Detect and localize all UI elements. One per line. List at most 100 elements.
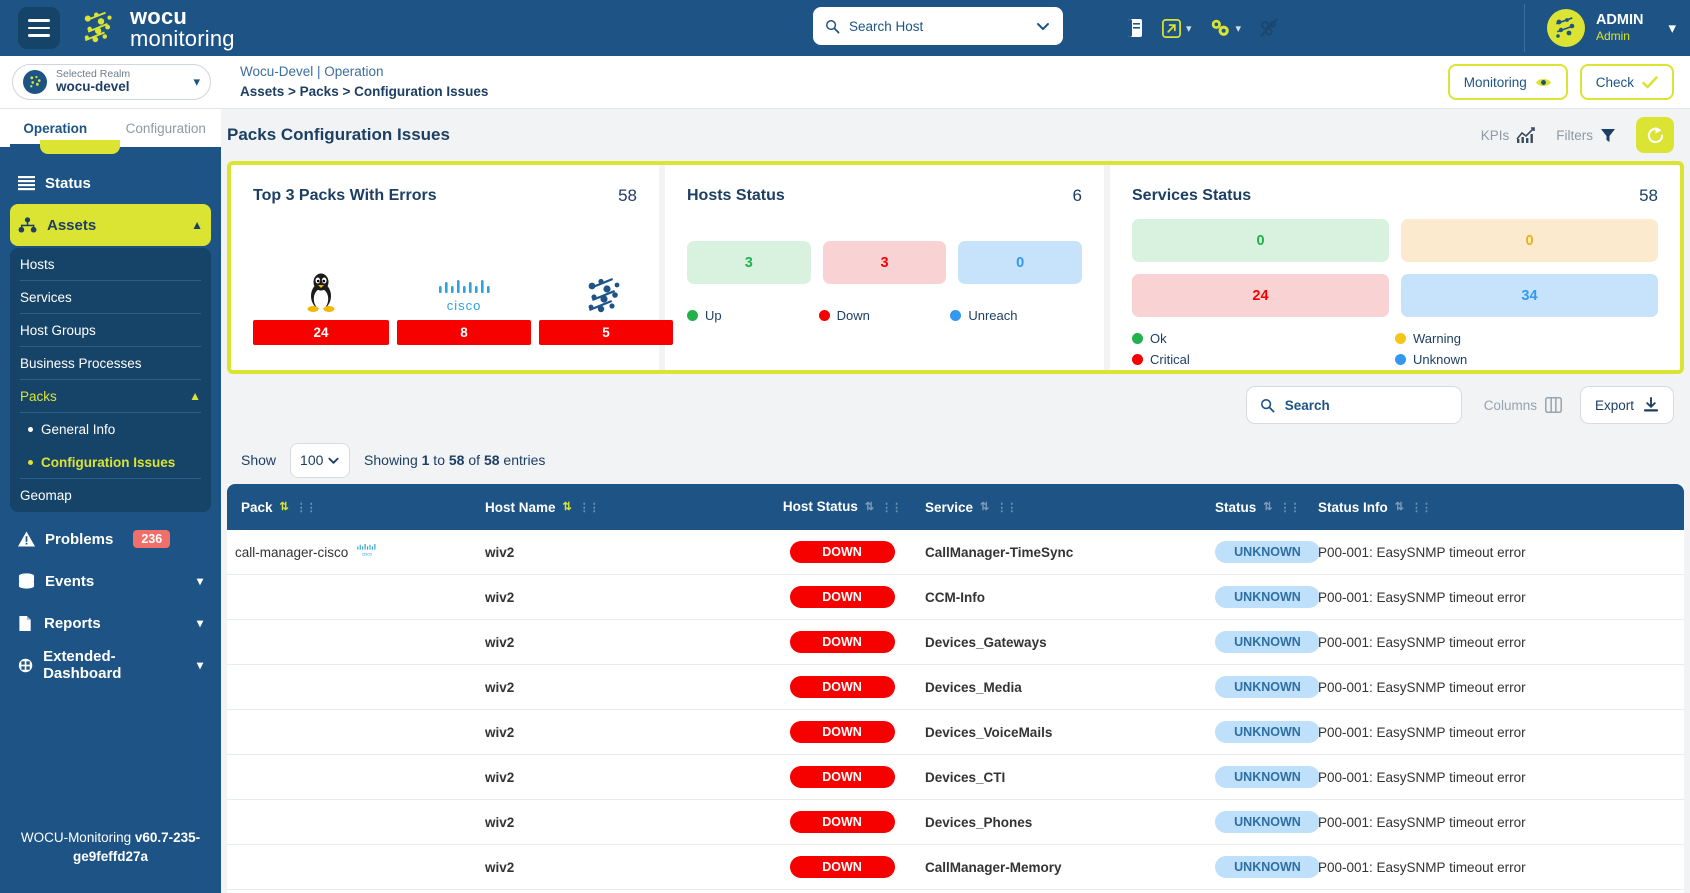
drag-handle-icon[interactable]: ⋮⋮	[1411, 501, 1432, 514]
breadcrumb-line2[interactable]: Assets > Packs > Configuration Issues	[240, 82, 488, 102]
drag-handle-icon[interactable]: ⋮⋮	[296, 501, 317, 514]
status-badge[interactable]: UNKNOWN	[1215, 631, 1320, 653]
status-badge[interactable]: UNKNOWN	[1215, 586, 1320, 608]
chevron-down-icon[interactable]: ▾	[197, 616, 203, 630]
sort-icon[interactable]: ⇅	[980, 501, 989, 513]
host-status-badge[interactable]: DOWN	[789, 586, 895, 608]
sidebar-item-services[interactable]: Services	[20, 281, 201, 314]
col-header-pack[interactable]: Pack ⇅ ⋮⋮	[227, 484, 477, 530]
sort-icon[interactable]: ⇅	[280, 501, 289, 513]
status-badge[interactable]: UNKNOWN	[1215, 541, 1320, 563]
cell-service[interactable]: Devices_Media	[917, 664, 1207, 710]
host-status-badge[interactable]: DOWN	[789, 631, 895, 653]
sidebar-item-status[interactable]: Status	[10, 162, 211, 204]
chevron-down-icon[interactable]: ▾	[197, 658, 203, 672]
docs-icon[interactable]	[1125, 17, 1145, 39]
external-link-icon[interactable]: ▾	[1161, 18, 1192, 39]
brand-logo[interactable]: wocu monitoring	[82, 6, 235, 49]
table-row[interactable]: wiv2 DOWN Devices_Media UNKNOWN P00-001: Eas…	[227, 664, 1684, 710]
columns-button[interactable]: Columns	[1484, 397, 1562, 413]
services-status-ok-box[interactable]: 0	[1132, 219, 1389, 262]
chevron-down-icon[interactable]: ▾	[1186, 22, 1192, 35]
status-badge[interactable]: UNKNOWN	[1215, 676, 1320, 698]
host-status-badge[interactable]: DOWN	[789, 766, 895, 788]
table-search-input[interactable]: Search	[1245, 386, 1462, 424]
sidebar-item-configuration-issues[interactable]: Configuration Issues	[20, 446, 201, 479]
chevron-down-icon[interactable]: ▾	[1236, 22, 1242, 35]
col-header-service[interactable]: Service ⇅ ⋮⋮	[917, 484, 1207, 530]
table-row[interactable]: wiv2 DOWN Devices_VoiceMails UNKNOWN P00-001…	[227, 709, 1684, 755]
sidebar-item-hosts[interactable]: Hosts	[20, 248, 201, 281]
cell-service[interactable]: Devices_Phones	[917, 799, 1207, 845]
sidebar-item-host-groups[interactable]: Host Groups	[20, 314, 201, 347]
chevron-down-icon[interactable]: ▾	[197, 574, 203, 588]
settings-gears-icon[interactable]: ▾	[1208, 17, 1242, 39]
cell-service[interactable]: Devices_CTI	[917, 754, 1207, 800]
pack-entry[interactable]: 5	[539, 268, 673, 345]
drag-handle-icon[interactable]: ⋮⋮	[881, 501, 902, 514]
cell-host-name[interactable]: wiv2	[477, 709, 767, 755]
kpis-button[interactable]: KPIs	[1481, 126, 1537, 144]
page-size-select[interactable]: 100	[290, 442, 351, 478]
sort-icon[interactable]: ⇅	[865, 501, 874, 513]
sort-icon[interactable]: ⇅	[1263, 501, 1272, 513]
user-menu[interactable]: ADMIN Admin ▾	[1523, 4, 1676, 52]
sidebar-item-geomap[interactable]: Geomap	[20, 479, 201, 512]
cell-service[interactable]: Fortigate_mem_usage	[917, 889, 1207, 893]
cell-host-name[interactable]: wiv2	[477, 664, 767, 710]
col-header-status-info[interactable]: Status Info ⇅ ⋮⋮	[1310, 484, 1684, 530]
cell-host-name[interactable]: wiv2	[477, 530, 767, 575]
host-status-badge[interactable]: DOWN	[789, 856, 895, 878]
cell-host-name[interactable]: wiv2	[477, 574, 767, 620]
sidebar-item-problems[interactable]: Problems 236	[10, 518, 211, 560]
table-row[interactable]: wiv2 DOWN CallManager-Memory UNKNOWN P00-001…	[227, 844, 1684, 890]
cell-host-name[interactable]: wiv2	[477, 799, 767, 845]
filters-button[interactable]: Filters	[1556, 128, 1616, 143]
export-button[interactable]: Export	[1579, 386, 1674, 424]
refresh-button[interactable]	[1636, 117, 1674, 153]
host-status-badge[interactable]: DOWN	[789, 721, 895, 743]
services-status-unknown-box[interactable]: 34	[1401, 274, 1658, 317]
table-row[interactable]: fortigate-standalonewocu-engineerUPForti…	[227, 889, 1684, 893]
sidebar-item-general-info[interactable]: General Info	[20, 413, 201, 446]
status-badge[interactable]: UNKNOWN	[1215, 766, 1320, 788]
monitoring-button[interactable]: Monitoring	[1447, 64, 1568, 100]
hosts-status-down-box[interactable]: 3	[822, 241, 947, 284]
drag-handle-icon[interactable]: ⋮⋮	[579, 501, 600, 514]
sidebar-item-packs[interactable]: Packs ▲	[20, 380, 201, 413]
notifications-muted-icon[interactable]	[1257, 16, 1281, 40]
drag-handle-icon[interactable]: ⋮⋮	[1279, 501, 1300, 514]
check-button[interactable]: Check	[1579, 64, 1674, 100]
hosts-status-up-box[interactable]: 3	[687, 241, 811, 284]
sidebar-item-events[interactable]: Events ▾	[10, 560, 211, 602]
services-status-warning-box[interactable]: 0	[1401, 219, 1658, 262]
status-badge[interactable]: UNKNOWN	[1215, 721, 1320, 743]
sidebar-item-reports[interactable]: Reports ▾	[10, 602, 211, 644]
drag-handle-icon[interactable]: ⋮⋮	[996, 501, 1017, 514]
status-badge[interactable]: UNKNOWN	[1215, 811, 1320, 833]
col-header-host-name[interactable]: Host Name ⇅ ⋮⋮	[477, 484, 767, 530]
table-row[interactable]: wiv2 DOWN Devices_Gateways UNKNOWN P00-001: …	[227, 619, 1684, 665]
chevron-up-icon[interactable]: ▲	[191, 218, 203, 232]
cell-host-name[interactable]: wocu-engineer	[477, 889, 767, 893]
cell-host-name[interactable]: wiv2	[477, 619, 767, 665]
hamburger-menu-button[interactable]	[18, 7, 60, 49]
cell-service[interactable]: CCM-Info	[917, 574, 1207, 620]
pack-entry[interactable]: cisco 8	[397, 268, 531, 345]
sort-icon[interactable]: ⇅	[563, 501, 572, 513]
table-row[interactable]: wiv2 DOWN Devices_Phones UNKNOWN P00-001: Ea…	[227, 799, 1684, 845]
table-row[interactable]: wiv2 DOWN CCM-Info UNKNOWN P00-001: EasySNMP…	[227, 574, 1684, 620]
sidebar-item-business-processes[interactable]: Business Processes	[20, 347, 201, 380]
status-badge[interactable]: UNKNOWN	[1215, 856, 1320, 878]
table-row[interactable]: wiv2 DOWN Devices_CTI UNKNOWN P00-001: EasyS…	[227, 754, 1684, 800]
cell-service[interactable]: Devices_Gateways	[917, 619, 1207, 665]
sidebar-item-extended-dashboard[interactable]: Extended-Dashboard ▾	[10, 644, 211, 686]
chevron-down-icon[interactable]: ▾	[193, 74, 200, 90]
cell-service[interactable]: Devices_VoiceMails	[917, 709, 1207, 755]
services-status-critical-box[interactable]: 24	[1132, 274, 1389, 317]
chevron-up-icon[interactable]: ▲	[189, 389, 201, 403]
chevron-down-icon[interactable]	[1035, 18, 1051, 34]
col-header-host-status[interactable]: Host Status ⇅ ⋮⋮	[767, 484, 917, 530]
cell-host-name[interactable]: wiv2	[477, 754, 767, 800]
tab-configuration[interactable]: Configuration	[111, 109, 222, 147]
